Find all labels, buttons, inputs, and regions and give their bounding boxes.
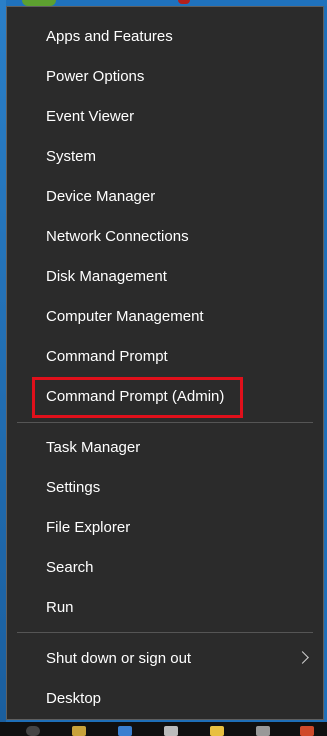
taskbar-app-icon[interactable] xyxy=(300,726,314,736)
menu-item-device-manager[interactable]: Device Manager xyxy=(7,177,323,217)
menu-item-task-manager[interactable]: Task Manager xyxy=(7,428,323,468)
menu-item-file-explorer[interactable]: File Explorer xyxy=(7,508,323,548)
taskbar-app-icon[interactable] xyxy=(164,726,178,736)
menu-separator xyxy=(17,632,313,633)
taskbar-app-icon[interactable] xyxy=(72,726,86,736)
menu-item-apps-and-features[interactable]: Apps and Features xyxy=(7,17,323,57)
menu-item-computer-management[interactable]: Computer Management xyxy=(7,297,323,337)
search-icon[interactable] xyxy=(26,726,40,736)
menu-item-system[interactable]: System xyxy=(7,137,323,177)
chevron-right-icon xyxy=(296,651,309,664)
menu-item-event-viewer[interactable]: Event Viewer xyxy=(7,97,323,137)
menu-item-network-connections[interactable]: Network Connections xyxy=(7,217,323,257)
menu-item-command-prompt[interactable]: Command Prompt xyxy=(7,337,323,377)
menu-item-search[interactable]: Search xyxy=(7,548,323,588)
menu-separator xyxy=(17,422,313,423)
menu-item-settings[interactable]: Settings xyxy=(7,468,323,508)
menu-item-desktop[interactable]: Desktop xyxy=(7,679,323,719)
menu-item-power-options[interactable]: Power Options xyxy=(7,57,323,97)
menu-item-run[interactable]: Run xyxy=(7,588,323,628)
power-user-menu: Apps and Features Power Options Event Vi… xyxy=(6,6,324,720)
taskbar-app-icon[interactable] xyxy=(256,726,270,736)
taskbar-app-icon[interactable] xyxy=(118,726,132,736)
menu-item-disk-management[interactable]: Disk Management xyxy=(7,257,323,297)
highlight-box xyxy=(32,377,243,418)
menu-item-shut-down-or-sign-out[interactable]: Shut down or sign out xyxy=(7,639,323,679)
taskbar-app-icon[interactable] xyxy=(210,726,224,736)
